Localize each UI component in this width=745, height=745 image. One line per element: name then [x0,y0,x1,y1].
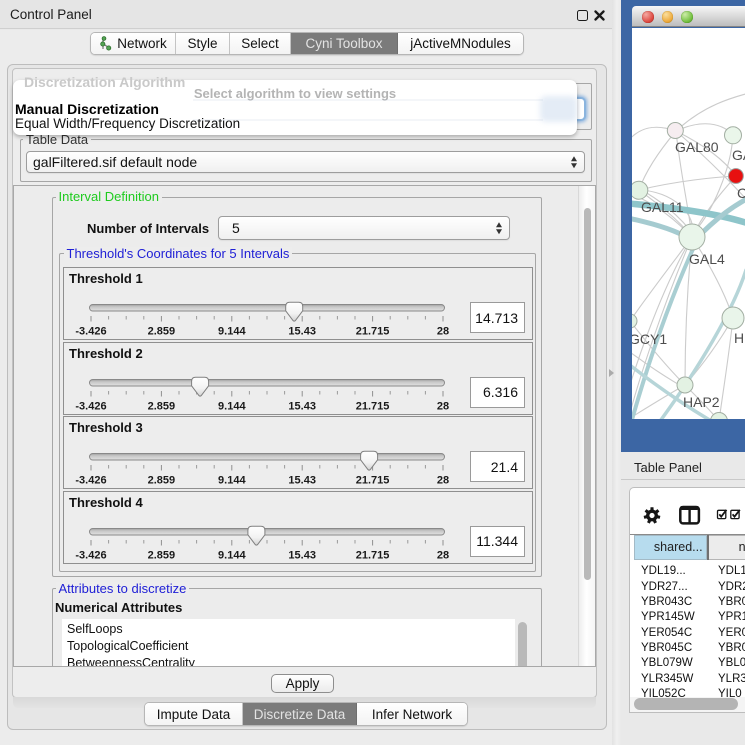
svg-text:21.715: 21.715 [356,549,390,561]
svg-text:-3.426: -3.426 [75,326,106,338]
svg-text:GCY1: GCY1 [632,331,667,347]
svg-text:-3.426: -3.426 [75,400,106,412]
svg-text:C: C [737,185,745,201]
svg-text:21.715: 21.715 [356,400,390,412]
svg-text:28: 28 [437,326,449,338]
svg-text:15.43: 15.43 [288,400,316,412]
svg-text:28: 28 [437,400,449,412]
svg-text:15.43: 15.43 [288,326,316,338]
svg-text:GAL4: GAL4 [689,251,725,267]
svg-text:2.859: 2.859 [148,400,176,412]
svg-text:2.859: 2.859 [148,475,176,487]
svg-text:9.144: 9.144 [218,475,246,487]
svg-text:2.859: 2.859 [148,549,176,561]
svg-text:21.715: 21.715 [356,326,390,338]
svg-text:9.144: 9.144 [218,549,246,561]
svg-text:GAL11: GAL11 [641,199,684,215]
svg-text:2.859: 2.859 [148,326,176,338]
svg-text:28: 28 [437,475,449,487]
svg-text:21.715: 21.715 [356,475,390,487]
svg-text:GA: GA [732,147,745,163]
svg-text:9.144: 9.144 [218,400,246,412]
svg-text:15.43: 15.43 [288,475,316,487]
svg-text:GAL80: GAL80 [675,139,719,155]
svg-text:28: 28 [437,549,449,561]
svg-text:9.144: 9.144 [218,326,246,338]
svg-text:-3.426: -3.426 [75,475,106,487]
svg-text:15.43: 15.43 [288,549,316,561]
svg-text:-3.426: -3.426 [75,549,106,561]
svg-text:H: H [734,330,744,346]
svg-text:HAP2: HAP2 [683,394,720,410]
